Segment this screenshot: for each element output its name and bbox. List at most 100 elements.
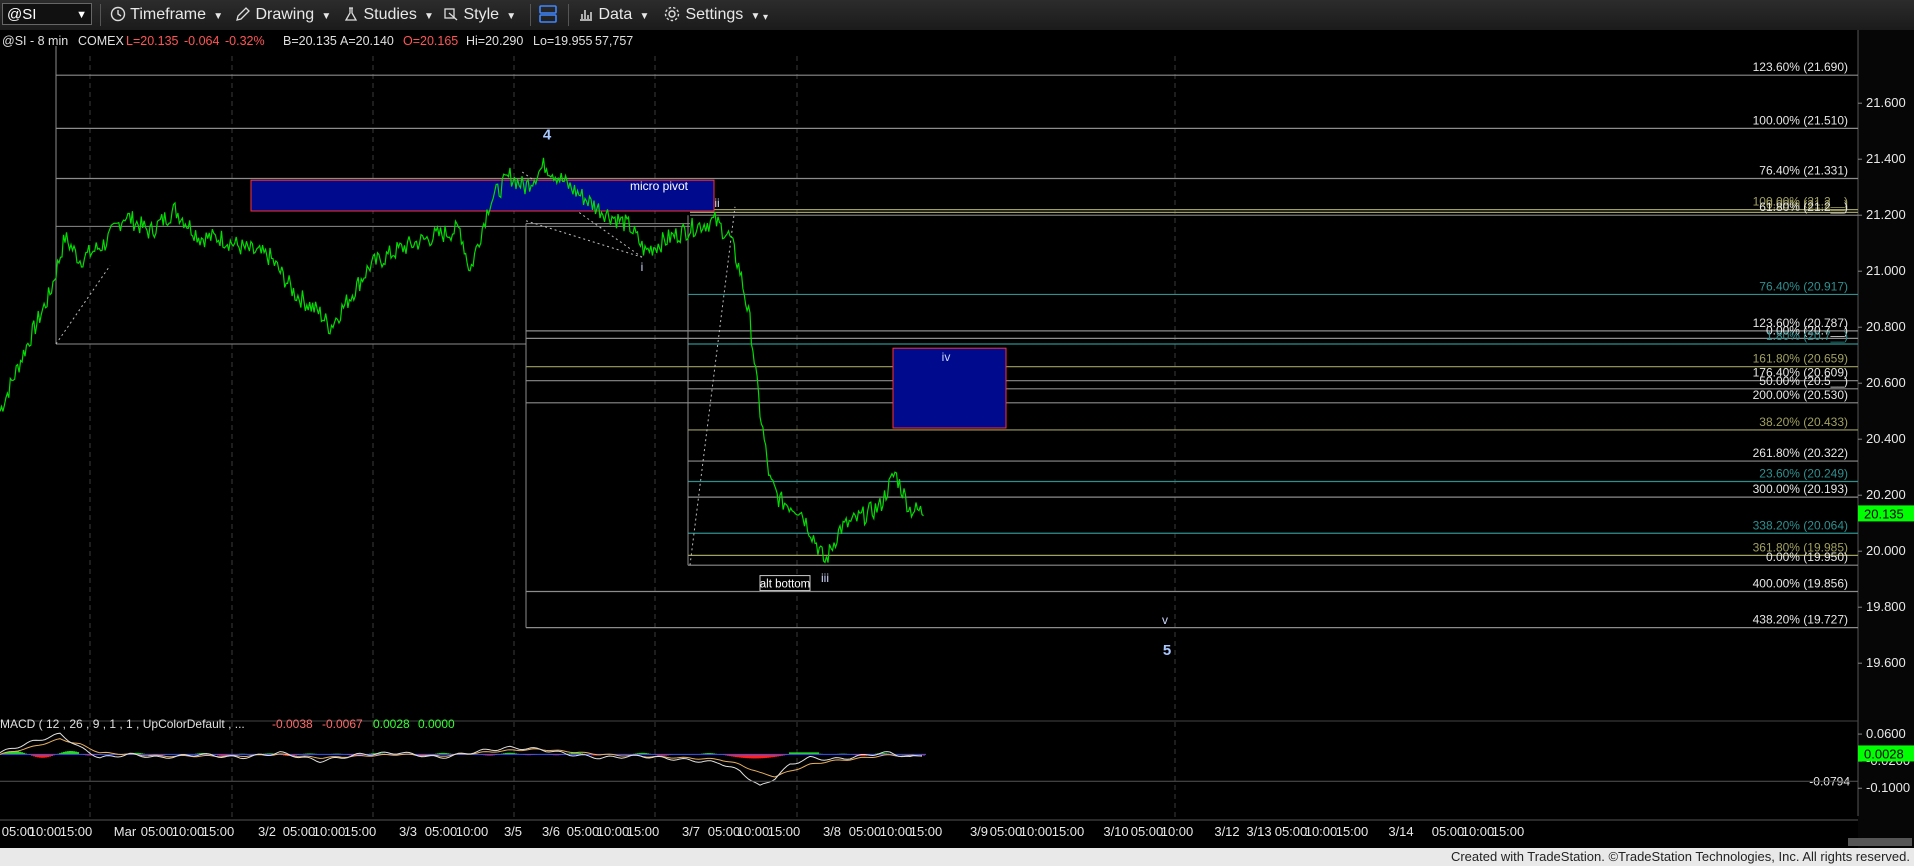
high-price: Hi=20.290 — [466, 34, 523, 48]
time-tick-label: 3/5 — [504, 824, 522, 839]
settings-button[interactable]: Settings ▼ — [663, 5, 760, 25]
fib-level-label: 61.80% (21.2__) — [1759, 200, 1848, 214]
fib-level-label: 161.80% (20.659) — [1753, 352, 1848, 366]
gear-icon — [664, 6, 680, 22]
time-tick-label: 10:00 — [29, 824, 62, 839]
ask-price: A=20.140 — [340, 34, 394, 48]
time-tick-label: 05:00 — [708, 824, 741, 839]
wave-label: 4 — [543, 127, 552, 144]
symbol-input[interactable]: @SI ▼ — [2, 3, 92, 25]
time-tick-label: 05:00 — [1275, 824, 1308, 839]
time-tick-label: 05:00 — [1131, 824, 1164, 839]
price-change: -0.064 — [184, 34, 219, 48]
time-tick-label: 15:00 — [1336, 824, 1369, 839]
wave-label: 5 — [1163, 642, 1171, 659]
settings-label: Settings — [685, 6, 744, 23]
layout-icon — [539, 5, 557, 23]
copyright-text: Created with TradeStation. ©TradeStation… — [1450, 849, 1910, 864]
time-tick-label: 3/8 — [823, 824, 841, 839]
time-tick-label: 05:00 — [283, 824, 316, 839]
volume: 57,757 — [595, 34, 633, 48]
style-button[interactable]: Style ▼ — [443, 5, 516, 25]
drawing-label: Drawing — [255, 6, 315, 23]
macd-value: -0.0038 — [272, 717, 313, 731]
fib-level-label: 261.80% (20.322) — [1753, 446, 1848, 460]
time-tick-label: 05:00 — [849, 824, 882, 839]
time-tick-label: 05:00 — [1432, 824, 1465, 839]
timeframe-button[interactable]: Timeframe ▼ — [110, 5, 223, 25]
price-tick-label: 21.000 — [1866, 263, 1906, 278]
studies-button[interactable]: Studies ▼ — [343, 5, 434, 25]
horizontal-scrollbar — [1848, 838, 1912, 846]
time-tick-label: 15:00 — [768, 824, 801, 839]
macd-histogram-value: 0.0028 — [373, 717, 410, 731]
price-tick-label: 21.600 — [1866, 95, 1906, 110]
toolbar: @SI ▼ Timeframe ▼ Drawing ▼ Studies ▼ St… — [0, 0, 1914, 31]
last-price: L=20.135 — [126, 34, 179, 48]
fib-level-label: 38.20% (20.433) — [1759, 415, 1848, 429]
chevron-down-icon: ▼ — [636, 11, 650, 22]
time-tick-label: 05:00 — [141, 824, 174, 839]
studies-label: Studies — [363, 6, 417, 23]
toolbar-overflow-icon[interactable]: ▾ — [763, 8, 768, 28]
wave-label: micro pivot — [630, 179, 689, 193]
chart-symbol: @SI - 8 min — [2, 34, 68, 48]
time-tick-label: 15:00 — [1492, 824, 1525, 839]
time-tick-label: 10:00 — [1462, 824, 1495, 839]
toolbar-divider — [530, 4, 531, 26]
style-label: Style — [463, 6, 500, 23]
time-tick-label: 3/7 — [682, 824, 700, 839]
chevron-down-icon: ▼ — [421, 11, 434, 22]
wave-label: i — [641, 260, 644, 274]
clock-icon — [110, 6, 126, 22]
chevron-down-icon: ▼ — [76, 9, 87, 21]
timeframe-label: Timeframe — [130, 6, 207, 23]
time-tick-label: 10:00 — [1305, 824, 1338, 839]
time-tick-label: 05:00 — [990, 824, 1023, 839]
macd-zero-value: 0.0000 — [418, 717, 455, 731]
symbol-value: @SI — [7, 6, 37, 23]
toolbar-divider — [568, 4, 569, 26]
time-tick-label: 10:00 — [597, 824, 630, 839]
current-price-label: 20.135 — [1864, 506, 1904, 521]
time-tick-label: 3/9 — [970, 824, 988, 839]
time-tick-label: 15:00 — [1052, 824, 1085, 839]
drawing-button[interactable]: Drawing ▼ — [235, 5, 331, 25]
toolbar-divider — [100, 4, 101, 26]
wave-label: iv — [942, 350, 951, 364]
macd-title: MACD ( 12 , 26 , 9 , 1 , 1 , UpColorDefa… — [0, 717, 245, 731]
price-tick-label: 20.200 — [1866, 487, 1906, 502]
price-tick-label: 21.200 — [1866, 207, 1906, 222]
time-tick-label: 10:00 — [172, 824, 205, 839]
time-tick-label: 3/13 — [1246, 824, 1271, 839]
chevron-down-icon: ▼ — [210, 11, 224, 22]
fib-level-label: 23.60% (20.249) — [1759, 466, 1848, 480]
flask-icon — [344, 7, 358, 21]
price-chart[interactable]: @SI - 8 min COMEX L=20.135 -0.064 -0.32% B=20… — [0, 30, 1914, 848]
fib-level-label: 1.80% (20.7__) — [1766, 329, 1848, 343]
price-tick-label: 20.400 — [1866, 431, 1906, 446]
chevron-down-icon: ▼ — [318, 11, 332, 22]
fib-level-label: 200.00% (20.530) — [1753, 388, 1848, 402]
fib-level-label: 100.00% (21.510) — [1753, 113, 1848, 127]
exchange-label: COMEX — [78, 34, 125, 48]
fib-level-label: 438.20% (19.727) — [1753, 613, 1848, 627]
macd-tick-label: -0.1000 — [1866, 780, 1910, 795]
price-tick-label: 21.400 — [1866, 151, 1906, 166]
layout-button[interactable] — [538, 5, 558, 25]
fib-level-label: 400.00% (19.856) — [1753, 577, 1848, 591]
data-label: Data — [598, 6, 633, 23]
data-button[interactable]: Data ▼ — [578, 5, 649, 25]
low-price: Lo=19.955 — [533, 34, 592, 48]
time-tick-label: 3/12 — [1214, 824, 1239, 839]
price-tick-label: 20.000 — [1866, 543, 1906, 558]
pencil-icon — [236, 7, 250, 21]
time-tick-label: 10:00 — [1020, 824, 1053, 839]
macd-signal-value: -0.0067 — [322, 717, 363, 731]
fib-level-label: 50.00% (20.5__) — [1759, 374, 1848, 388]
time-tick-label: 3/2 — [258, 824, 276, 839]
time-tick-label: 05:00 — [425, 824, 458, 839]
time-tick-label: 10:00 — [880, 824, 913, 839]
price-change-pct: -0.32% — [225, 34, 265, 48]
footer: Created with TradeStation. ©TradeStation… — [0, 848, 1914, 866]
